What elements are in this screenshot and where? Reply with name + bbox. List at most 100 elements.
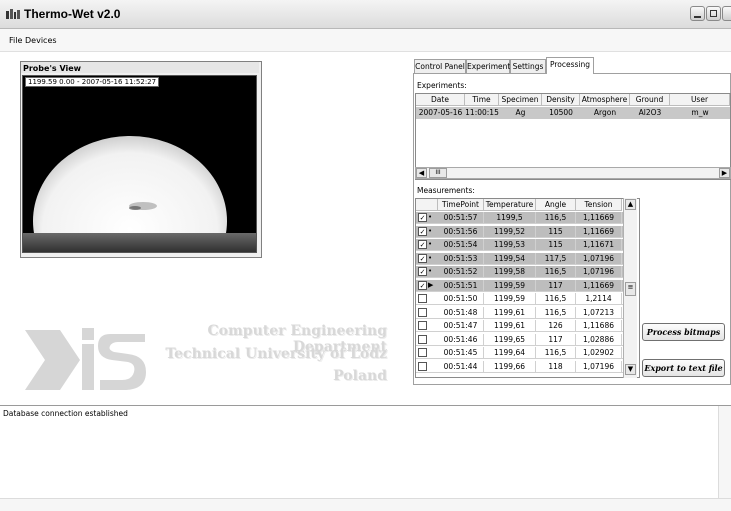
- row-indicator-icon: •: [428, 213, 433, 221]
- measurement-checkbox[interactable]: [418, 321, 427, 330]
- tab-experiment[interactable]: Experiment: [466, 59, 510, 73]
- measurement-row[interactable]: 00:51:45 1199,64 116,5 1,02902: [416, 347, 624, 359]
- experiments-hscrollbar[interactable]: ◀ III ▶: [415, 167, 731, 179]
- experiment-cell-atmosphere: Argon: [593, 108, 617, 117]
- log-panel[interactable]: [0, 405, 731, 511]
- measurement-cell-temperature: 1199,53: [484, 239, 536, 250]
- measurements-grid[interactable]: TimePoint Temperature Angle Tension ✓ • 00…: [415, 198, 640, 378]
- experiments-header-user[interactable]: User: [670, 94, 730, 106]
- measurement-cell-temperature: 1199,59: [484, 293, 536, 304]
- measurement-cell-angle: 116,5: [536, 306, 576, 318]
- maximize-button[interactable]: [706, 6, 721, 21]
- measurement-cell-temperature: 1199,54: [484, 252, 536, 264]
- probe-panel-title: Probe's View: [23, 64, 82, 73]
- measurement-row[interactable]: ✓ • 00:51:53 1199,54 117,5 1,07196: [416, 252, 624, 265]
- scroll-down-icon[interactable]: ▼: [625, 364, 636, 375]
- minimize-button[interactable]: [690, 6, 705, 21]
- measurement-cell-temperature: 1199,5: [484, 212, 536, 223]
- measurement-cell-angle: 116,5: [536, 347, 576, 358]
- experiments-header-ground[interactable]: Ground: [630, 94, 670, 106]
- experiments-header-specimen[interactable]: Specimen: [499, 94, 542, 106]
- measurement-cell-timepoint: 00:51:50: [438, 293, 484, 304]
- measurement-cell-temperature: 1199,66: [484, 360, 536, 372]
- measurement-row[interactable]: ✓ • 00:51:56 1199,52 115 1,11669: [416, 225, 624, 238]
- close-button[interactable]: [722, 6, 731, 21]
- experiment-row[interactable]: 2007-05-16 11:00:15 Ag 10500 Argon Al2O3…: [416, 107, 730, 119]
- export-text-file-button[interactable]: Export to text file: [642, 359, 725, 377]
- measurement-cell-tension: 1,11669: [576, 279, 622, 291]
- experiments-header-density[interactable]: Density: [542, 94, 580, 106]
- measurement-checkbox[interactable]: [418, 294, 427, 303]
- measurements-header-timepoint[interactable]: TimePoint: [438, 199, 484, 211]
- process-bitmaps-button[interactable]: Process bitmaps: [642, 323, 725, 341]
- log-vscrollbar[interactable]: [718, 406, 731, 498]
- measurement-checkbox[interactable]: [418, 348, 427, 357]
- measurement-cell-temperature: 1199,61: [484, 306, 536, 318]
- measurement-row[interactable]: ✓ • 00:51:57 1199,5 116,5 1,11669: [416, 212, 624, 224]
- tab-processing[interactable]: Processing: [546, 57, 594, 74]
- measurement-checkbox[interactable]: ✓: [418, 253, 427, 263]
- measurement-cell-tension: 1,2114: [576, 293, 622, 304]
- measurement-cell-angle: 117: [536, 279, 576, 291]
- measurement-checkbox[interactable]: ✓: [418, 280, 427, 290]
- scroll-up-icon[interactable]: ▲: [625, 199, 636, 210]
- measurement-checkbox[interactable]: ✓: [418, 213, 427, 222]
- scroll-thumb[interactable]: III: [429, 168, 447, 178]
- experiment-cell-ground: Al2O3: [638, 108, 662, 117]
- experiments-header-atmosphere[interactable]: Atmosphere: [580, 94, 630, 106]
- menu-devices[interactable]: Devices: [25, 36, 57, 45]
- tab-control-panel[interactable]: Control Panel: [414, 59, 466, 73]
- measurement-cell-timepoint: 00:51:56: [438, 225, 484, 237]
- measurement-cell-tension: 1,07196: [576, 252, 622, 264]
- app-icon: [6, 9, 20, 19]
- tab-settings[interactable]: Settings: [510, 59, 546, 73]
- droplet-image: [23, 76, 256, 252]
- measurements-header-temperature[interactable]: Temperature: [484, 199, 536, 211]
- measurement-row[interactable]: ✓ • 00:51:52 1199,58 116,5 1,07196: [416, 266, 624, 278]
- measurement-cell-timepoint: 00:51:53: [438, 252, 484, 264]
- measurements-header-select: [416, 199, 438, 211]
- experiment-cell-user: m_w: [691, 108, 709, 117]
- measurements-header-tension[interactable]: Tension: [576, 199, 622, 211]
- measurements-vscrollbar[interactable]: ▲ ≡ ▼: [623, 198, 637, 378]
- measurement-cell-temperature: 1199,64: [484, 347, 536, 358]
- measurement-cell-timepoint: 00:51:48: [438, 306, 484, 318]
- scroll-thumb[interactable]: ≡: [625, 282, 636, 296]
- measurement-cell-temperature: 1199,59: [484, 279, 536, 291]
- measurement-cell-timepoint: 00:51:57: [438, 212, 484, 223]
- measurement-cell-tension: 1,11671: [576, 239, 622, 250]
- measurement-row[interactable]: 00:51:48 1199,61 116,5 1,07213: [416, 306, 624, 319]
- measurement-checkbox[interactable]: [418, 307, 427, 317]
- measurement-row[interactable]: 00:51:50 1199,59 116,5 1,2114: [416, 293, 624, 305]
- row-indicator-icon: •: [428, 240, 433, 248]
- scroll-left-icon[interactable]: ◀: [416, 168, 427, 178]
- measurement-cell-angle: 115: [536, 225, 576, 237]
- measurement-cell-tension: 1,11686: [576, 320, 622, 331]
- measurement-row[interactable]: ✓ ▶ 00:51:51 1199,59 117 1,11669: [416, 279, 624, 292]
- menu-file[interactable]: File: [9, 36, 22, 45]
- measurement-row[interactable]: 00:51:47 1199,61 126 1,11686: [416, 320, 624, 332]
- log-hscrollbar[interactable]: [0, 498, 731, 511]
- measurement-row[interactable]: 00:51:44 1199,66 118 1,07196: [416, 360, 624, 373]
- org-line-university: Technical University of Lodz: [165, 346, 387, 362]
- scroll-right-icon[interactable]: ▶: [719, 168, 730, 178]
- measurement-row[interactable]: 00:51:46 1199,65 117 1,02886: [416, 333, 624, 346]
- measurement-cell-tension: 1,02886: [576, 333, 622, 345]
- measurement-row[interactable]: ✓ • 00:51:54 1199,53 115 1,11671: [416, 239, 624, 251]
- org-line-country: Poland: [333, 368, 387, 384]
- measurement-cell-tension: 1,02902: [576, 347, 622, 358]
- measurement-checkbox[interactable]: ✓: [418, 240, 427, 249]
- window-title: Thermo-Wet v2.0: [24, 7, 121, 21]
- measurement-cell-angle: 118: [536, 360, 576, 372]
- measurement-checkbox[interactable]: [418, 361, 427, 371]
- measurement-checkbox[interactable]: ✓: [418, 226, 427, 236]
- measurement-checkbox[interactable]: [418, 334, 427, 344]
- measurement-checkbox[interactable]: ✓: [418, 267, 427, 276]
- measurement-cell-angle: 116,5: [536, 266, 576, 277]
- measurement-cell-angle: 126: [536, 320, 576, 331]
- experiments-header-date[interactable]: Date: [416, 94, 465, 106]
- experiments-header-time[interactable]: Time: [465, 94, 499, 106]
- measurement-cell-tension: 1,11669: [576, 212, 622, 223]
- measurements-header-angle[interactable]: Angle: [536, 199, 576, 211]
- row-indicator-icon: •: [428, 253, 433, 262]
